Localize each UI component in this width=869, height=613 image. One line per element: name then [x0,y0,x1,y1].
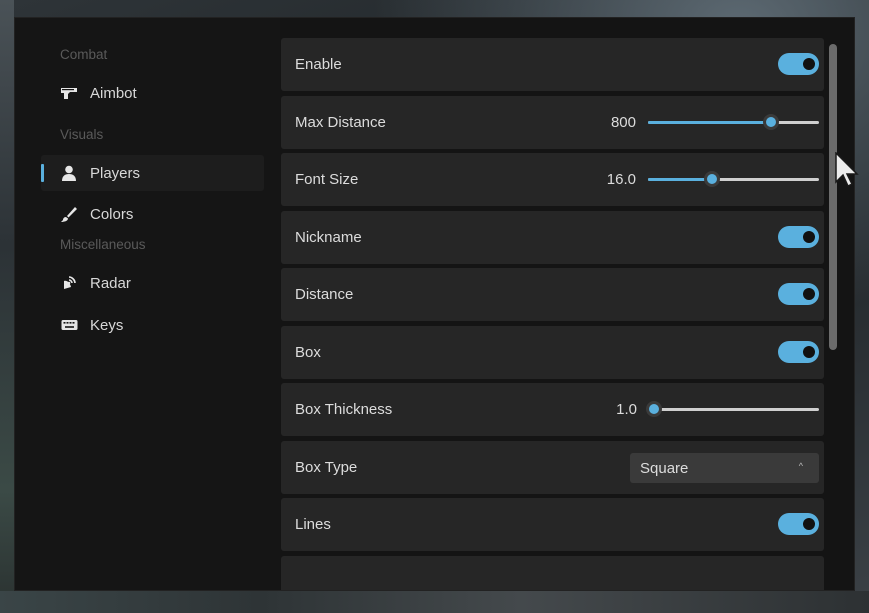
setting-label: Distance [295,286,354,303]
toggle-knob [803,518,815,530]
setting-label: Box [295,344,321,361]
slider-track [651,408,819,411]
slider-fill [648,178,713,181]
setting-row-font-size: Font Size 16.0 [281,153,824,206]
setting-row-lines: Lines [281,498,824,551]
setting-row-box: Box [281,326,824,379]
max-distance-slider[interactable] [648,114,819,130]
distance-toggle[interactable] [778,283,819,305]
scrollbar-thumb[interactable] [829,44,837,350]
toggle-knob [803,346,815,358]
setting-row-distance: Distance [281,268,824,321]
radar-icon [60,275,78,291]
box-type-dropdown[interactable]: Square ^ [630,453,819,483]
setting-row-nickname: Nickname [281,211,824,264]
lines-toggle[interactable] [778,513,819,535]
sidebar-item-colors[interactable]: Colors [41,196,264,232]
active-indicator [41,164,44,182]
slider-value: 1.0 [616,401,637,418]
setting-row-max-distance: Max Distance 800 [281,96,824,149]
nickname-toggle[interactable] [778,226,819,248]
slider-value: 800 [610,114,636,131]
keyboard-icon [60,317,78,333]
gun-icon [60,85,78,101]
sidebar-item-label: Keys [90,316,124,334]
setting-label: Box Thickness [295,401,393,418]
section-label-miscellaneous: Miscellaneous [60,237,146,252]
slider-thumb[interactable] [704,171,721,187]
slider-thumb[interactable] [646,401,662,417]
sidebar-item-label: Players [90,164,141,182]
setting-label: Font Size [295,171,359,188]
font-size-slider[interactable] [648,171,819,187]
sidebar-item-label: Radar [90,274,131,292]
setting-label: Box Type [295,459,358,476]
settings-panel: Enable Max Distance 800 Font Size 16.0 N… [281,38,826,590]
toggle-knob [803,288,815,300]
setting-label: Nickname [295,229,362,246]
setting-row-enable: Enable [281,38,824,91]
user-icon [60,165,78,181]
sidebar-item-aimbot[interactable]: Aimbot [41,75,264,111]
game-background-bottom [0,591,869,613]
setting-row-box-thickness: Box Thickness 1.0 [281,383,824,436]
toggle-knob [803,58,815,70]
setting-label: Max Distance [295,114,386,131]
slider-thumb[interactable] [763,114,780,130]
enable-toggle[interactable] [778,53,819,75]
sidebar-item-radar[interactable]: Radar [41,265,264,301]
section-label-combat: Combat [60,47,108,62]
setting-row-box-type: Box Type Square ^ [281,441,824,494]
cheat-menu-window: Combat Aimbot Visuals Players Colors Mis… [14,17,855,591]
setting-row-partial [281,556,824,590]
sidebar-item-label: Aimbot [90,84,137,102]
game-background-left [0,0,14,613]
chevron-up-icon: ^ [798,461,803,471]
sidebar: Combat Aimbot Visuals Players Colors Mis… [15,18,280,590]
section-label-visuals: Visuals [60,127,104,142]
toggle-knob [803,231,815,243]
dropdown-value: Square [640,460,689,477]
mouse-cursor-icon [835,152,859,188]
brush-icon [60,206,78,222]
box-thickness-slider[interactable] [646,401,819,417]
sidebar-item-label: Colors [90,205,134,223]
setting-label: Lines [295,516,331,533]
sidebar-item-keys[interactable]: Keys [41,307,264,343]
setting-label: Enable [295,56,342,73]
slider-fill [648,121,772,124]
box-toggle[interactable] [778,341,819,363]
sidebar-item-players[interactable]: Players [41,155,264,191]
slider-value: 16.0 [606,171,636,188]
